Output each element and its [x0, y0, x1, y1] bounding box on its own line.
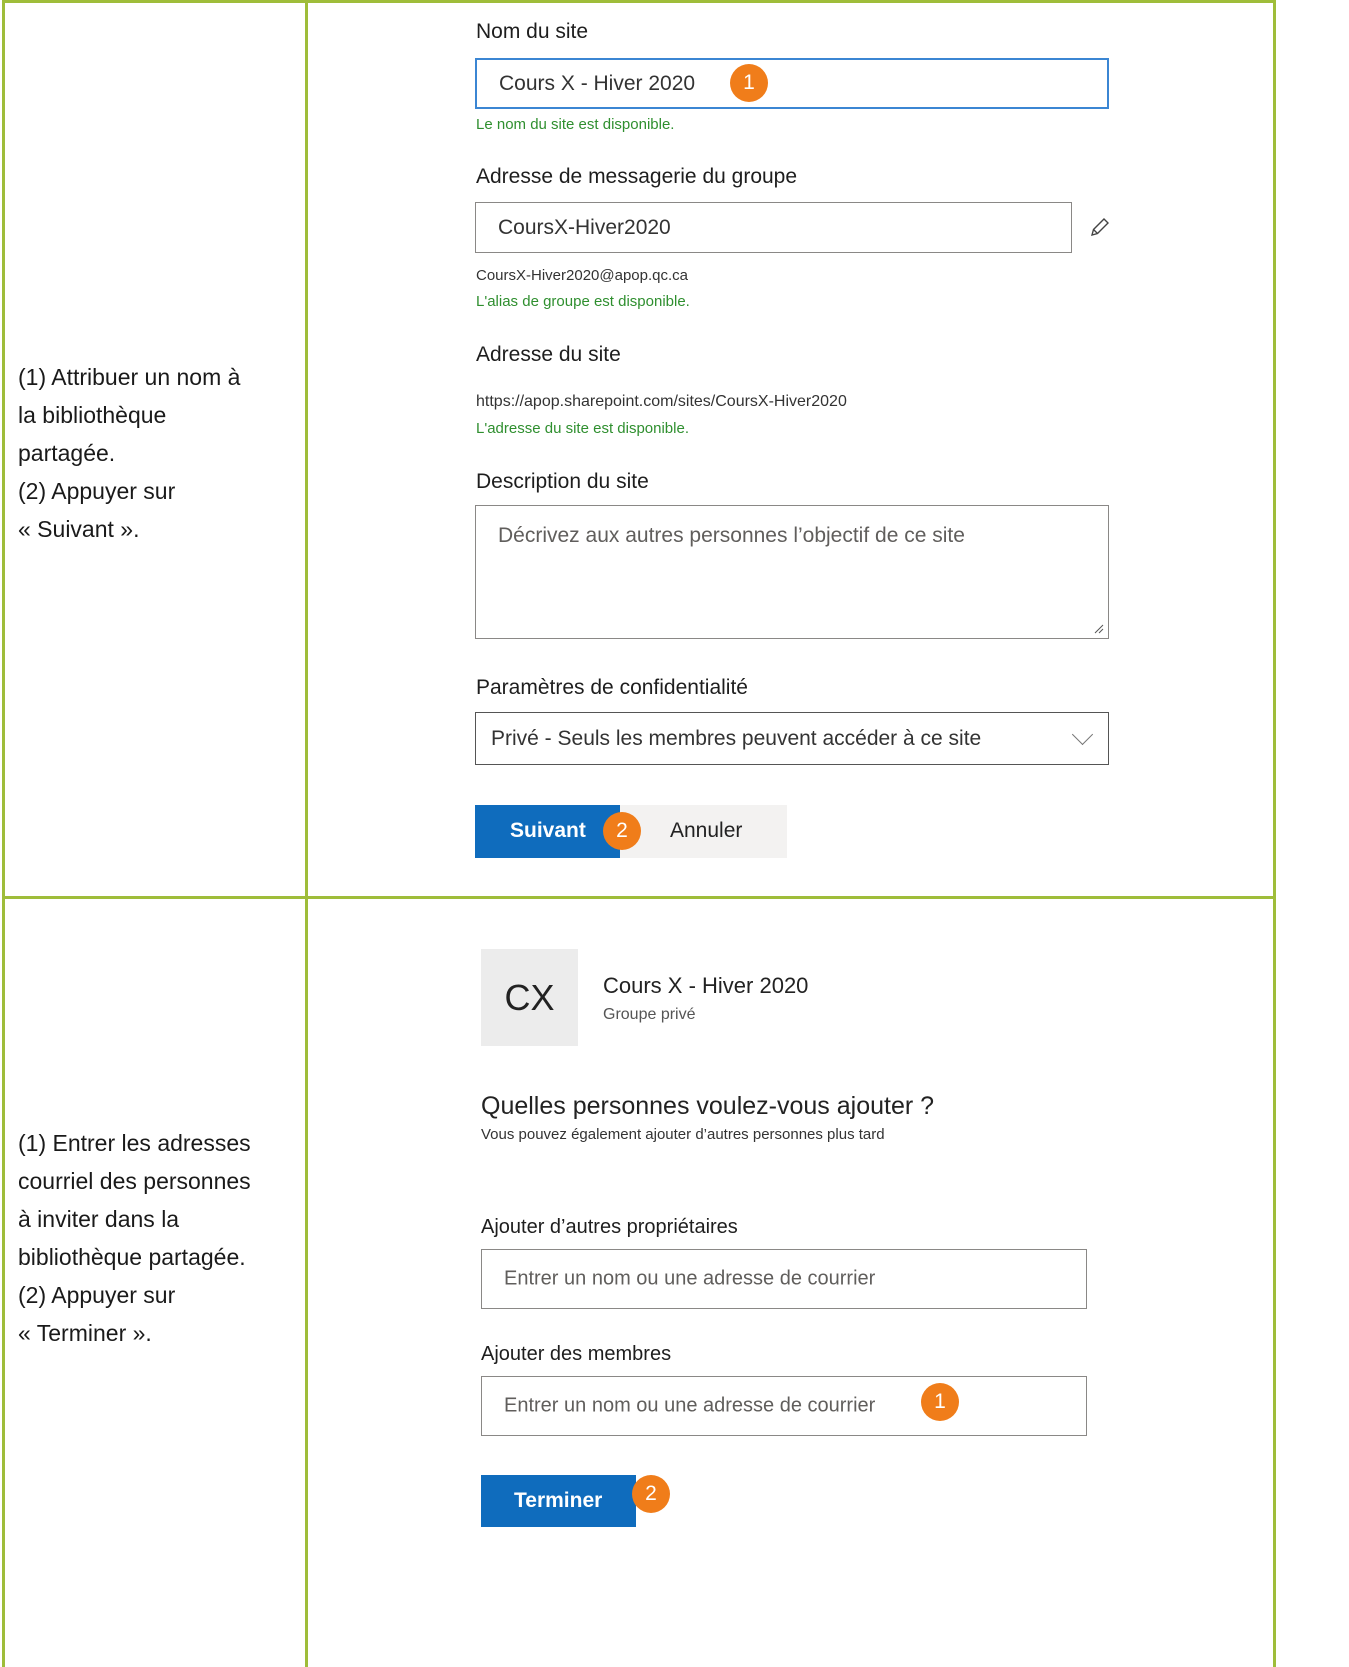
cancel-button[interactable]: Annuler [620, 805, 787, 858]
next-button-label: Suivant [510, 819, 586, 842]
site-name-status: Le nom du site est disponible. [476, 116, 675, 133]
row1-instructions: (1) Attribuer un nom à la bibliothèque p… [18, 364, 241, 542]
group-email-label: Adresse de messagerie du groupe [476, 165, 798, 188]
step-badge-2: 2 [632, 1475, 670, 1513]
row2-instructions: (1) Entrer les adresses courriel des per… [18, 1130, 251, 1346]
privacy-value: Privé - Seuls les membres peuvent accéde… [491, 726, 982, 750]
next-button[interactable]: Suivant [475, 805, 620, 858]
finish-button-label: Terminer [514, 1489, 603, 1512]
group-email-value: CoursX-Hiver2020 [498, 215, 671, 239]
question-title: Quelles personnes voulez-vous ajouter ? [481, 1092, 935, 1120]
site-address-label: Adresse du site [476, 343, 621, 366]
owners-input[interactable]: Entrer un nom ou une adresse de courrier [481, 1249, 1087, 1309]
group-avatar: CX [481, 949, 578, 1046]
site-address-status: L'adresse du site est disponible. [476, 420, 689, 437]
question-subtitle: Vous pouvez également ajouter d’autres p… [481, 1126, 885, 1143]
step-badge-1: 1 [730, 64, 768, 102]
finish-button[interactable]: Terminer [481, 1475, 636, 1527]
cancel-button-label: Annuler [670, 819, 743, 842]
group-name: Cours X - Hiver 2020 [603, 973, 809, 998]
step-badge-1: 1 [921, 1383, 959, 1421]
members-input[interactable]: Entrer un nom ou une adresse de courrier [481, 1376, 1087, 1436]
privacy-select[interactable]: Privé - Seuls les membres peuvent accéde… [475, 712, 1109, 765]
owners-label: Ajouter d’autres propriétaires [481, 1216, 738, 1238]
members-label: Ajouter des membres [481, 1343, 672, 1365]
chevron-down-icon [1071, 723, 1094, 746]
column-divider [305, 0, 308, 1667]
site-address-value: https://apop.sharepoint.com/sites/CoursX… [476, 393, 847, 410]
group-type: Groupe privé [603, 1006, 696, 1023]
site-name-value: Cours X - Hiver 2020 [499, 71, 696, 95]
privacy-label: Paramètres de confidentialité [476, 676, 748, 699]
description-textarea[interactable]: Décrivez aux autres personnes l’objectif… [475, 505, 1109, 639]
site-name-input[interactable]: Cours X - Hiver 2020 [475, 58, 1109, 109]
step-badge-2: 2 [603, 812, 641, 850]
edit-pencil-icon[interactable] [1088, 215, 1112, 239]
description-label: Description du site [476, 470, 649, 493]
description-placeholder: Décrivez aux autres personnes l’objectif… [498, 524, 965, 547]
site-name-label: Nom du site [476, 20, 589, 43]
resize-handle-icon[interactable] [1092, 622, 1104, 634]
members-placeholder: Entrer un nom ou une adresse de courrier [504, 1394, 876, 1417]
group-alias-status: L'alias de groupe est disponible. [476, 293, 690, 310]
owners-placeholder: Entrer un nom ou une adresse de courrier [504, 1267, 876, 1290]
avatar-initials: CX [504, 977, 555, 1018]
row-divider [2, 896, 1276, 899]
group-email-full: CoursX-Hiver2020@apop.qc.ca [476, 267, 688, 284]
group-email-input[interactable]: CoursX-Hiver2020 [475, 202, 1072, 253]
